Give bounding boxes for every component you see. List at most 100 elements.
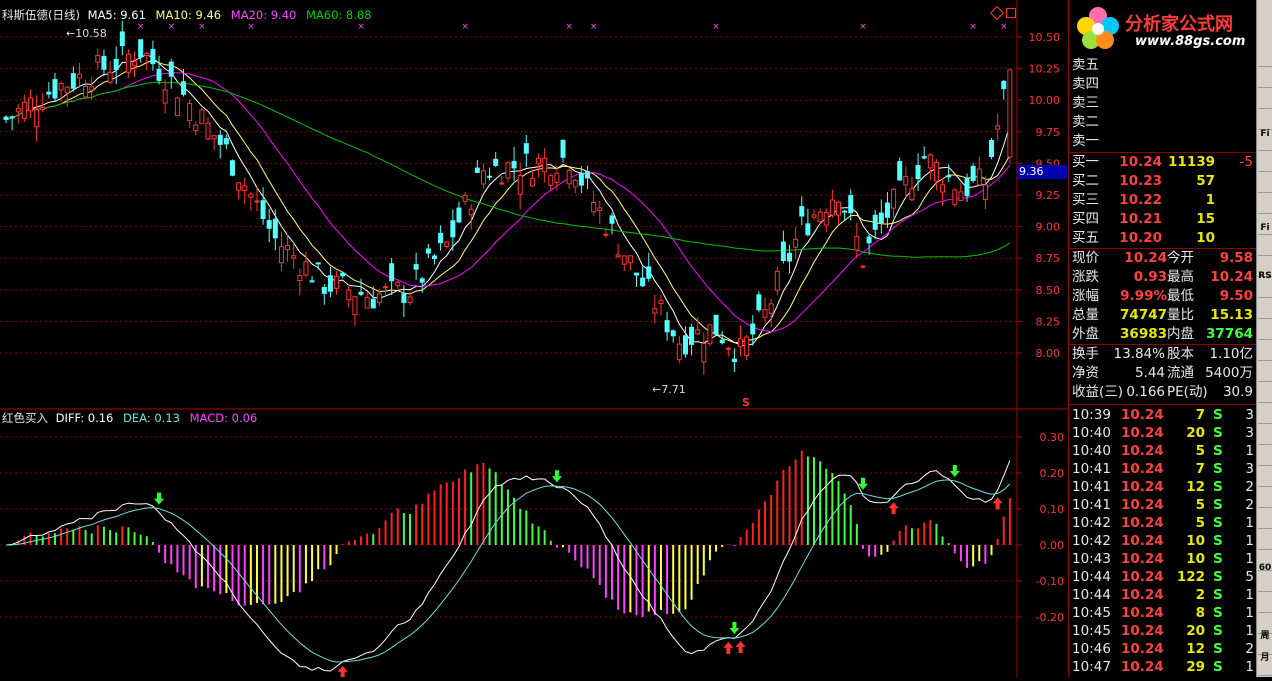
toolbar-button[interactable] [1258, 92, 1272, 109]
tick-volume: 5 [1195, 497, 1205, 513]
toolbar-button[interactable] [1258, 491, 1272, 508]
toolbar-label[interactable]: RS [1258, 268, 1272, 284]
stock-name: 科斯伍德(日线) [2, 8, 80, 22]
fundamental-label: 股本 [1167, 346, 1194, 362]
signal-mark: × [969, 22, 977, 32]
fundamental-value: 5.44 [1134, 365, 1165, 381]
signal-mark: × [1000, 22, 1008, 32]
tick-row: 10:39 10.24 7 S 3 [1069, 406, 1257, 424]
candle [952, 188, 958, 207]
signal-mark: × [198, 22, 206, 32]
buy-row: 买一 10.24 11139 -5 [1069, 153, 1257, 171]
fundamental-row: 收益(三) 0.166 PE(动) 30.9 [1069, 383, 1257, 401]
logo-url: www.88gs.com [1135, 34, 1246, 49]
macd-label: MACD: 0.06 [189, 411, 258, 425]
price-axis-label: 10.50 [1029, 31, 1061, 44]
tick-volume: 10 [1186, 551, 1205, 567]
toolbar-label[interactable]: 60 [1258, 560, 1272, 576]
toolbar-button[interactable] [1258, 575, 1272, 592]
buy-price: 10.24 [1119, 154, 1162, 170]
tick-time: 10:43 [1072, 551, 1111, 567]
flower-logo-icon [1077, 7, 1119, 49]
quote-label: 今开 [1167, 250, 1194, 266]
square-icon[interactable] [1006, 8, 1016, 18]
tick-price: 10.24 [1121, 605, 1164, 621]
toolbar-button[interactable] [1258, 323, 1272, 340]
tick-row: 10:41 10.24 12 S 2 [1069, 478, 1257, 496]
sell-label: 卖三 [1072, 95, 1099, 111]
ma60-label: MA60: 8.88 [305, 8, 372, 22]
toolbar-button[interactable] [1258, 155, 1272, 172]
candle [970, 163, 976, 183]
sell-label: 卖五 [1072, 57, 1099, 73]
toolbar-label[interactable]: Fi [1258, 220, 1272, 236]
tick-row: 10:40 10.24 20 S 3 [1069, 424, 1257, 442]
sell-row: 卖二 [1069, 113, 1257, 131]
fundamental-value: 13.84% [1113, 346, 1165, 362]
candle [229, 159, 235, 177]
toolbar-button[interactable] [1258, 596, 1272, 613]
candle [199, 107, 205, 125]
buy-row: 买三 10.22 1 [1069, 191, 1257, 209]
buy-change: -5 [1239, 154, 1253, 170]
quote-label: 总量 [1072, 307, 1099, 323]
toolbar-button[interactable] [1258, 407, 1272, 424]
tick-count: 1 [1245, 605, 1254, 621]
toolbar-button[interactable] [1258, 428, 1272, 445]
toolbar-button[interactable] [1258, 239, 1272, 256]
fundamental-row: 净资 5.44 流通 5400万 [1069, 364, 1257, 382]
candle [1007, 69, 1013, 164]
tick-time: 10:40 [1072, 425, 1111, 441]
tick-volume: 122 [1176, 569, 1205, 585]
tick-volume: 5 [1195, 515, 1205, 531]
tick-price: 10.24 [1121, 659, 1164, 675]
quote-label: 最高 [1167, 269, 1194, 285]
tick-volume: 20 [1186, 623, 1205, 639]
price-axis-label: 9.25 [1036, 189, 1061, 202]
tick-time: 10:42 [1072, 515, 1111, 531]
toolbar-button[interactable] [1258, 365, 1272, 382]
toolbar-button[interactable] [1258, 344, 1272, 361]
quote-panel: 分析家公式网 www.88gs.com 卖五 卖四 卖三 卖二 卖一 买一 10.24 11… [1068, 0, 1257, 677]
price-axis-label: 10.25 [1029, 63, 1061, 76]
toolbar-button[interactable] [1258, 50, 1272, 67]
toolbar-button[interactable] [1258, 302, 1272, 319]
tick-side: S [1213, 515, 1223, 531]
price-axis-label: 8.00 [1036, 347, 1061, 360]
tick-price: 10.24 [1121, 551, 1164, 567]
sell-row: 卖一 [1069, 132, 1257, 150]
toolbar-button[interactable] [1258, 449, 1272, 466]
toolbar-button[interactable] [1258, 470, 1272, 487]
fundamental-value: 30.9 [1222, 384, 1253, 400]
quote-label: 外盘 [1072, 326, 1099, 342]
tick-row: 10:45 10.24 8 S 1 [1069, 604, 1257, 622]
signal-mark: × [590, 22, 598, 32]
tick-volume: 10 [1186, 533, 1205, 549]
divider [1069, 404, 1257, 405]
toolbar-label[interactable]: Fi [1258, 126, 1272, 142]
toolbar-button[interactable] [1258, 176, 1272, 193]
toolbar-button[interactable] [1258, 386, 1272, 403]
buy-volume: 11139 [1168, 154, 1215, 170]
toolbar-button[interactable] [1258, 197, 1272, 214]
logo: 分析家公式网 www.88gs.com [1073, 4, 1253, 52]
toolbar-label[interactable]: 周 [1258, 628, 1272, 644]
buy-volume: 15 [1196, 211, 1215, 227]
tick-row: 10:44 10.24 2 S 1 [1069, 586, 1257, 604]
quote-row: 总量 74747 量比 15.13 [1069, 306, 1257, 324]
tick-price: 10.24 [1121, 587, 1164, 603]
tick-count: 3 [1245, 425, 1254, 441]
chart-area[interactable]: 10.50 10.25 10.00 9.75 9.50 9.25 9.00 8.75 8.50 8… [0, 0, 1068, 678]
toolbar-button[interactable] [1258, 512, 1272, 529]
toolbar-button[interactable] [1258, 533, 1272, 550]
price-axis-label: 10.00 [1029, 94, 1061, 107]
tick-row: 10:41 10.24 5 S 2 [1069, 496, 1257, 514]
ma20-label: MA20: 9.40 [230, 8, 297, 22]
tick-price: 10.24 [1121, 407, 1164, 423]
toolbar-label[interactable]: 月 [1258, 650, 1272, 666]
kline-chart[interactable]: 10.5010.2510.009.759.509.259.008.758.508… [0, 0, 1068, 678]
tick-time: 10:41 [1072, 461, 1111, 477]
toolbar-button[interactable] [1258, 71, 1272, 88]
tick-volume: 8 [1195, 605, 1205, 621]
candle [174, 96, 180, 117]
